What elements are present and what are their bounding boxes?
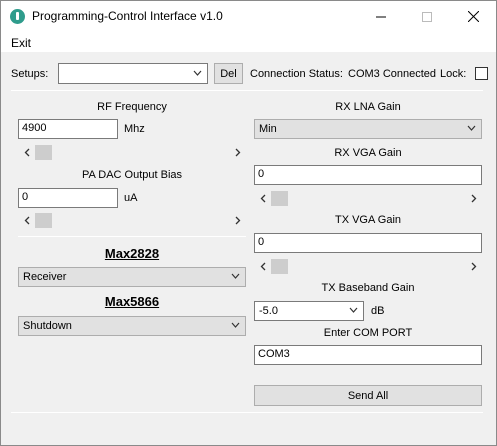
- window-title: Programming-Control Interface v1.0: [32, 9, 223, 23]
- pa-dac-label: PA DAC Output Bias: [81, 169, 183, 181]
- left-divider: [18, 236, 246, 237]
- rx-lna-dropdown[interactable]: Min: [254, 119, 482, 139]
- com-port-label: Enter COM PORT: [323, 327, 413, 339]
- scroll-left-button[interactable]: [254, 190, 271, 207]
- send-all-button[interactable]: Send All: [254, 385, 482, 406]
- tx-baseband-unit: dB: [371, 305, 385, 317]
- chevron-down-icon: [193, 70, 202, 76]
- rx-lna-value: Min: [259, 123, 277, 135]
- app-window: Programming-Control Interface v1.0 Exit …: [0, 0, 497, 446]
- tx-vga-input[interactable]: 0: [254, 233, 482, 253]
- lock-label: Lock:: [440, 68, 467, 80]
- app-icon: [10, 9, 25, 24]
- menu-exit[interactable]: Exit: [11, 36, 31, 50]
- title-bar: Programming-Control Interface v1.0: [1, 1, 496, 32]
- pa-dac-slider[interactable]: [18, 212, 246, 229]
- chevron-left-icon: [260, 194, 265, 203]
- rx-vga-slider[interactable]: [254, 190, 482, 207]
- scroll-left-button[interactable]: [254, 258, 271, 275]
- scroll-right-button[interactable]: [229, 212, 246, 229]
- max2828-mode-dropdown[interactable]: Receiver: [18, 267, 246, 287]
- max2828-mode-value: Receiver: [23, 271, 67, 283]
- max2828-heading: Max2828: [104, 246, 160, 261]
- tx-vga-slider[interactable]: [254, 258, 482, 275]
- rf-frequency-slider[interactable]: [18, 144, 246, 161]
- rf-frequency-label: RF Frequency: [97, 101, 167, 113]
- chevron-right-icon: [471, 194, 476, 203]
- close-icon: [467, 11, 479, 22]
- scroll-left-button[interactable]: [18, 212, 35, 229]
- chevron-left-icon: [24, 216, 29, 225]
- chevron-down-icon: [231, 322, 240, 328]
- bottom-divider: [11, 412, 483, 413]
- max5866-heading: Max5866: [104, 294, 160, 309]
- scroll-right-button[interactable]: [465, 190, 482, 207]
- minimize-icon: [376, 16, 386, 17]
- chevron-left-icon: [260, 262, 265, 271]
- rf-frequency-unit: Mhz: [124, 123, 145, 135]
- scroll-right-button[interactable]: [229, 144, 246, 161]
- chevron-down-icon: [231, 273, 240, 279]
- top-divider: [11, 90, 483, 91]
- setups-label: Setups:: [11, 68, 49, 80]
- maximize-icon: [422, 11, 432, 22]
- maximize-button[interactable]: [404, 1, 450, 32]
- com-port-input[interactable]: COM3: [254, 345, 482, 365]
- chevron-right-icon: [235, 216, 240, 225]
- del-button[interactable]: Del: [214, 63, 243, 84]
- tx-baseband-label: TX Baseband Gain: [321, 282, 415, 294]
- rx-vga-input[interactable]: 0: [254, 165, 482, 185]
- tx-vga-label: TX VGA Gain: [334, 214, 402, 226]
- scroll-thumb[interactable]: [35, 213, 52, 228]
- setups-dropdown[interactable]: [58, 63, 208, 84]
- max5866-mode-dropdown[interactable]: Shutdown: [18, 316, 246, 336]
- pa-dac-unit: uA: [124, 192, 138, 204]
- scroll-thumb[interactable]: [35, 145, 52, 160]
- scroll-right-button[interactable]: [465, 258, 482, 275]
- close-button[interactable]: [450, 1, 496, 32]
- connection-status-value: COM3 Connected: [348, 68, 437, 80]
- scroll-thumb[interactable]: [271, 191, 288, 206]
- tx-baseband-dropdown[interactable]: -5.0: [254, 301, 364, 321]
- rx-vga-label: RX VGA Gain: [334, 147, 402, 159]
- max5866-mode-value: Shutdown: [23, 320, 72, 332]
- rf-frequency-input[interactable]: 4900: [18, 119, 118, 139]
- chevron-right-icon: [235, 148, 240, 157]
- tx-baseband-value: -5.0: [259, 305, 278, 317]
- chevron-left-icon: [24, 148, 29, 157]
- menu-bar: Exit: [1, 32, 496, 52]
- rx-lna-label: RX LNA Gain: [335, 101, 401, 113]
- chevron-down-icon: [349, 307, 358, 313]
- lock-checkbox[interactable]: [475, 67, 488, 80]
- chevron-down-icon: [467, 125, 476, 131]
- scroll-left-button[interactable]: [18, 144, 35, 161]
- pa-dac-input[interactable]: 0: [18, 188, 118, 208]
- connection-status-label: Connection Status:: [250, 68, 343, 80]
- chevron-right-icon: [471, 262, 476, 271]
- minimize-button[interactable]: [358, 1, 404, 32]
- scroll-thumb[interactable]: [271, 259, 288, 274]
